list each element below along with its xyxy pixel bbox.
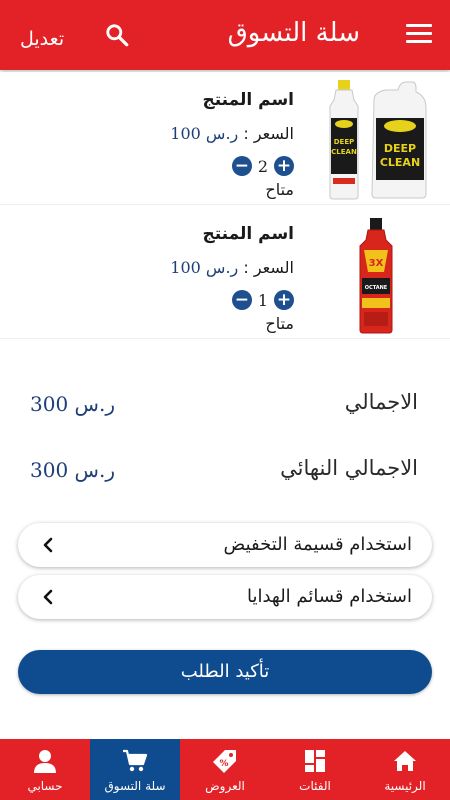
use-gift-voucher-button[interactable]: استخدام قسائم الهدايا [18, 575, 432, 619]
svg-text:DEEP: DEEP [334, 138, 355, 146]
confirm-order-button[interactable]: تأكيد الطلب [18, 650, 432, 694]
search-icon[interactable] [104, 22, 130, 48]
home-icon [394, 751, 416, 771]
final-total-row: الاجمالي النهائي ر.س 300 [0, 456, 450, 486]
nav-home-label: الرئيسية [384, 779, 426, 793]
svg-text:DEEP: DEEP [384, 142, 416, 155]
menu-icon[interactable] [406, 24, 432, 46]
svg-text:CLEAN: CLEAN [331, 148, 357, 156]
product-image-octane-booster[interactable]: 3X OCTANE [324, 212, 428, 334]
increase-quantity-button[interactable]: + [274, 290, 294, 310]
final-total-label: الاجمالي النهائي [280, 456, 418, 480]
svg-text:CLEAN: CLEAN [380, 156, 420, 169]
quantity-stepper: − 1 + [231, 290, 294, 310]
nav-categories[interactable]: الفئات [270, 739, 360, 800]
nav-cart[interactable]: سلة التسوق [90, 739, 180, 800]
nav-categories-label: الفئات [299, 779, 331, 793]
quantity-value: 1 [257, 290, 268, 310]
categories-icon [305, 750, 325, 772]
decrease-quantity-button[interactable]: − [231, 290, 252, 310]
quantity-value: 2 [257, 156, 268, 176]
price-value: ر.س 100 [170, 258, 239, 277]
gift-voucher-label: استخدام قسائم الهدايا [246, 586, 412, 607]
nav-offers[interactable]: % العروض [180, 739, 270, 800]
nav-home[interactable]: الرئيسية [360, 739, 450, 800]
price-label: السعر : [243, 258, 294, 277]
product-image-diesel-deep-clean[interactable]: DEEP CLEAN DEEP CLEAN [324, 78, 428, 200]
offers-tag-icon: % [213, 750, 236, 773]
product-price: السعر : ر.س 100 [170, 258, 294, 277]
discount-coupon-label: استخدام قسيمة التخفيض [223, 534, 412, 555]
cart-icon [123, 749, 148, 772]
quantity-stepper: − 2 + [231, 156, 294, 176]
final-total-value: ر.س 300 [30, 458, 115, 482]
page-title: سلة التسوق [227, 18, 360, 48]
nav-offers-label: العروض [205, 779, 245, 793]
cart-item: 3X OCTANE اسم المنتج السعر : ر.س 100 − 1… [0, 206, 450, 339]
availability-status: متاح [265, 180, 294, 199]
product-name: اسم المنتج [202, 224, 294, 244]
increase-quantity-button[interactable]: + [274, 156, 294, 176]
svg-text:3X: 3X [369, 258, 384, 269]
top-app-bar: سلة التسوق تعديل [0, 0, 450, 70]
account-icon [34, 750, 56, 773]
decrease-quantity-button[interactable]: − [231, 156, 252, 176]
subtotal-label: الاجمالي [344, 390, 418, 414]
availability-status: متاح [265, 314, 294, 333]
nav-cart-label: سلة التسوق [104, 779, 166, 793]
app-root: سلة التسوق تعديل DEEP CLEAN DEEP CLEAN ا… [0, 0, 450, 800]
product-name: اسم المنتج [202, 90, 294, 110]
svg-text:OCTANE: OCTANE [365, 285, 388, 291]
cart-item: DEEP CLEAN DEEP CLEAN اسم المنتج السعر :… [0, 72, 450, 205]
subtotal-row: الاجمالي ر.س 300 [0, 390, 450, 420]
subtotal-value: ر.س 300 [30, 392, 115, 416]
chevron-left-icon [43, 537, 53, 553]
use-discount-coupon-button[interactable]: استخدام قسيمة التخفيض [18, 523, 432, 567]
svg-text:%: % [219, 759, 228, 769]
nav-account-label: حسابي [27, 779, 63, 793]
price-label: السعر : [243, 124, 294, 143]
chevron-left-icon [43, 589, 53, 605]
nav-account[interactable]: حسابي [0, 739, 90, 800]
price-value: ر.س 100 [170, 124, 239, 143]
bottom-navigation: الرئيسية الفئات % العروض سلة التسوق حساب… [0, 739, 450, 800]
product-price: السعر : ر.س 100 [170, 124, 294, 143]
edit-button[interactable]: تعديل [20, 28, 64, 50]
